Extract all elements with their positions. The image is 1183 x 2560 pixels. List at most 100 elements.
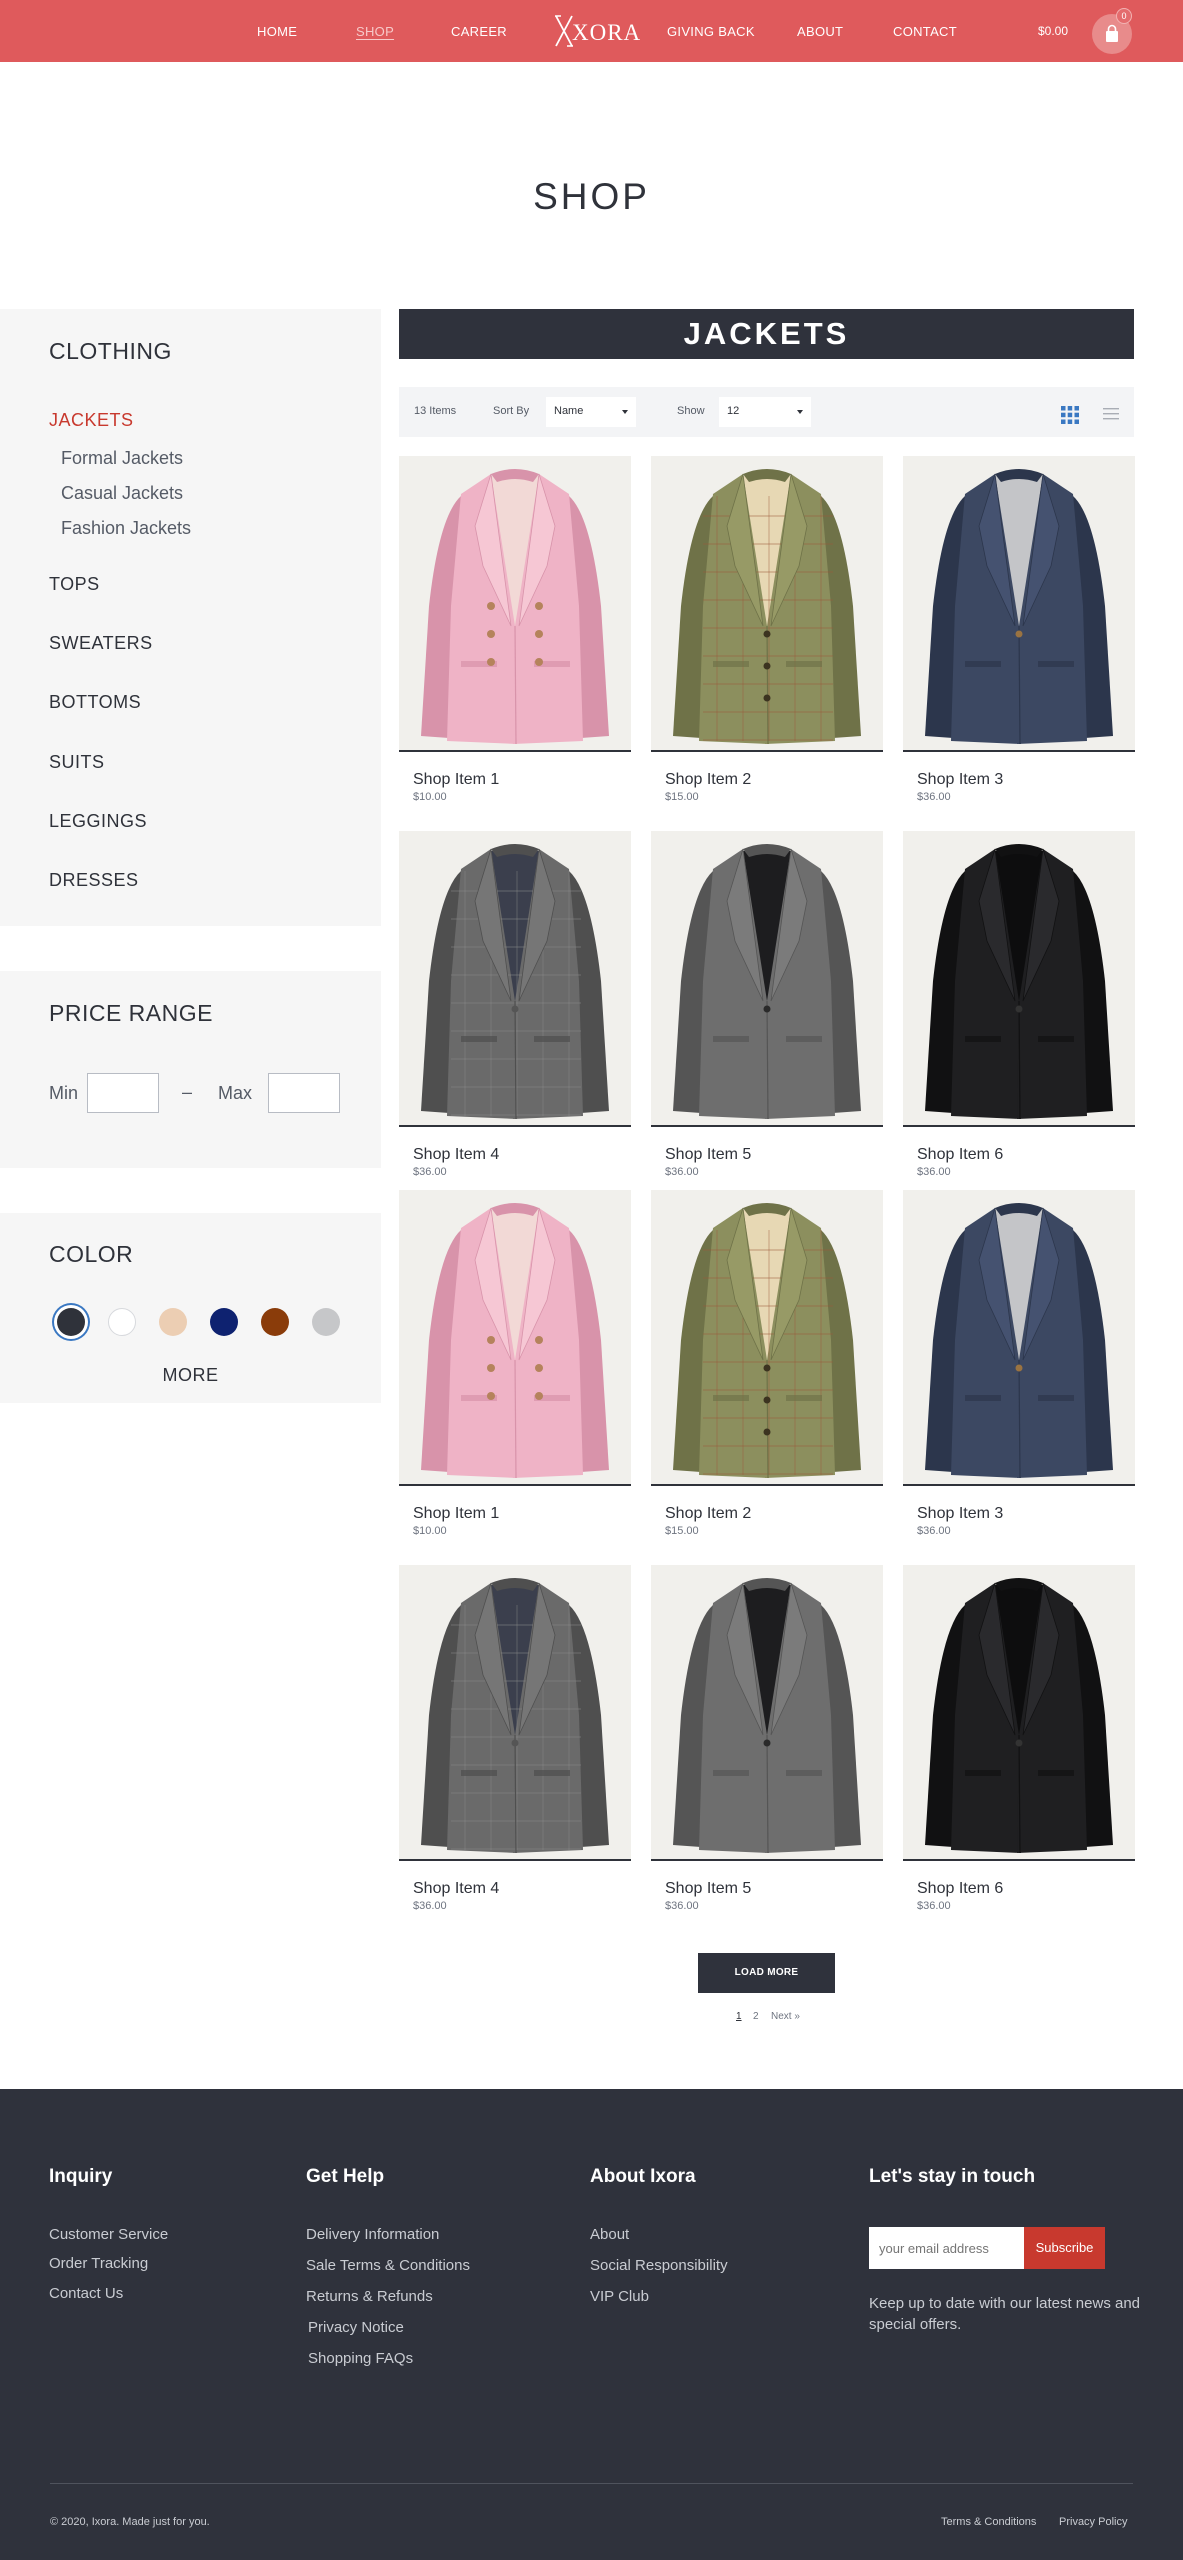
- product-name[interactable]: Shop Item 2: [665, 771, 751, 789]
- category-sweaters[interactable]: SWEATERS: [49, 633, 153, 654]
- product-image[interactable]: [903, 1190, 1135, 1486]
- product-name[interactable]: Shop Item 3: [917, 771, 1003, 789]
- color-swatch[interactable]: [159, 1308, 187, 1336]
- footer-link-order-tracking[interactable]: Order Tracking: [49, 2255, 148, 2272]
- product-name[interactable]: Shop Item 6: [917, 1146, 1003, 1164]
- product-image[interactable]: [399, 1565, 631, 1861]
- cart-total: $0.00: [1038, 24, 1069, 38]
- category-bottoms[interactable]: BOTTOMS: [49, 692, 141, 713]
- subcategory-casual-jackets[interactable]: Casual Jackets: [61, 483, 183, 504]
- subscribe-button[interactable]: Subscribe: [1024, 2227, 1105, 2269]
- category-tops[interactable]: TOPS: [49, 574, 100, 595]
- nav-career[interactable]: CAREER: [451, 24, 507, 39]
- product-image[interactable]: [903, 831, 1135, 1127]
- sort-select[interactable]: Name: [546, 397, 636, 427]
- show-value: 12: [727, 405, 740, 417]
- footer-link-sale-terms[interactable]: Sale Terms & Conditions: [306, 2257, 470, 2274]
- newsletter-email-input[interactable]: [869, 2227, 1024, 2269]
- footer-link-customer-service[interactable]: Customer Service: [49, 2226, 168, 2243]
- product-image[interactable]: [903, 456, 1135, 752]
- next-page-link[interactable]: Next »: [771, 2011, 800, 2022]
- product-image[interactable]: [651, 1190, 883, 1486]
- footer-link-vip-club[interactable]: VIP Club: [590, 2288, 649, 2305]
- color-swatch[interactable]: [108, 1308, 136, 1336]
- product-name[interactable]: Shop Item 4: [413, 1880, 499, 1898]
- terms-conditions-link[interactable]: Terms & Conditions: [941, 2516, 1036, 2528]
- subcategory-formal-jackets[interactable]: Formal Jackets: [61, 448, 183, 469]
- top-navigation-bar: HOME SHOP CAREER XORA GIVING BACK ABOUT …: [0, 0, 1183, 62]
- page-link-1[interactable]: 1: [736, 2011, 742, 2022]
- min-price-input[interactable]: [87, 1073, 159, 1113]
- footer-link-shopping-faqs[interactable]: Shopping FAQs: [308, 2350, 413, 2367]
- product-card[interactable]: Shop Item 3 $36.00: [903, 1190, 1135, 1537]
- color-swatch[interactable]: [261, 1308, 289, 1336]
- jacket-illustration: [421, 1578, 609, 1854]
- nav-home[interactable]: HOME: [257, 24, 297, 39]
- category-leggings[interactable]: LEGGINGS: [49, 811, 147, 832]
- jacket-illustration: [673, 1203, 861, 1479]
- footer-link-contact-us[interactable]: Contact Us: [49, 2285, 123, 2302]
- product-name[interactable]: Shop Item 1: [413, 1505, 499, 1523]
- footer-link-about[interactable]: About: [590, 2226, 629, 2243]
- grid-view-icon[interactable]: [1061, 406, 1079, 424]
- product-image[interactable]: [903, 1565, 1135, 1861]
- product-card[interactable]: Shop Item 1 $10.00: [399, 456, 631, 803]
- more-colors-link[interactable]: MORE: [0, 1365, 381, 1386]
- product-image[interactable]: [651, 1565, 883, 1861]
- product-name[interactable]: Shop Item 5: [665, 1146, 751, 1164]
- ixora-logo[interactable]: XORA: [552, 12, 640, 50]
- page-link-2[interactable]: 2: [753, 2011, 759, 2022]
- product-card[interactable]: Shop Item 4 $36.00: [399, 831, 631, 1178]
- product-image[interactable]: [651, 456, 883, 752]
- subcategory-fashion-jackets[interactable]: Fashion Jackets: [61, 518, 191, 539]
- privacy-policy-link[interactable]: Privacy Policy: [1059, 2516, 1127, 2528]
- product-price: $36.00: [413, 1900, 447, 1912]
- product-image[interactable]: [399, 831, 631, 1127]
- max-price-input[interactable]: [268, 1073, 340, 1113]
- product-name[interactable]: Shop Item 1: [413, 771, 499, 789]
- min-label: Min: [49, 1083, 79, 1103]
- show-select[interactable]: 12: [719, 397, 811, 427]
- nav-giving-back[interactable]: GIVING BACK: [667, 24, 755, 39]
- category-suits[interactable]: SUITS: [49, 752, 105, 773]
- product-image[interactable]: [399, 1190, 631, 1486]
- footer-link-privacy-notice[interactable]: Privacy Notice: [308, 2319, 404, 2336]
- product-card[interactable]: Shop Item 2 $15.00: [651, 1190, 883, 1537]
- jacket-illustration: [673, 1578, 861, 1854]
- product-card[interactable]: Shop Item 6 $36.00: [903, 1565, 1135, 1912]
- jacket-illustration: [925, 469, 1113, 745]
- range-dash: –: [182, 1082, 193, 1102]
- product-card[interactable]: Shop Item 6 $36.00: [903, 831, 1135, 1178]
- product-card[interactable]: Shop Item 5 $36.00: [651, 831, 883, 1178]
- product-card[interactable]: Shop Item 3 $36.00: [903, 456, 1135, 803]
- page-title: SHOP: [533, 176, 650, 217]
- product-card[interactable]: Shop Item 4 $36.00: [399, 1565, 631, 1912]
- product-name[interactable]: Shop Item 5: [665, 1880, 751, 1898]
- nav-contact[interactable]: CONTACT: [893, 24, 957, 39]
- color-swatch[interactable]: [57, 1308, 85, 1336]
- product-card[interactable]: Shop Item 5 $36.00: [651, 1565, 883, 1912]
- category-dresses[interactable]: DRESSES: [49, 870, 139, 891]
- category-jackets[interactable]: JACKETS: [49, 410, 134, 431]
- list-view-icon[interactable]: [1103, 406, 1119, 422]
- footer-link-returns-refunds[interactable]: Returns & Refunds: [306, 2288, 433, 2305]
- product-name[interactable]: Shop Item 3: [917, 1505, 1003, 1523]
- color-swatch[interactable]: [312, 1308, 340, 1336]
- product-price: $10.00: [413, 791, 447, 803]
- product-name[interactable]: Shop Item 2: [665, 1505, 751, 1523]
- product-name[interactable]: Shop Item 6: [917, 1880, 1003, 1898]
- product-card[interactable]: Shop Item 2 $15.00: [651, 456, 883, 803]
- product-image[interactable]: [651, 831, 883, 1127]
- product-name[interactable]: Shop Item 4: [413, 1146, 499, 1164]
- product-card[interactable]: Shop Item 1 $10.00: [399, 1190, 631, 1537]
- product-image[interactable]: [399, 456, 631, 752]
- nav-shop[interactable]: SHOP: [356, 24, 394, 39]
- footer-link-social-responsibility[interactable]: Social Responsibility: [590, 2257, 728, 2274]
- load-more-button[interactable]: LOAD MORE: [698, 1953, 835, 1993]
- jacket-illustration: [673, 844, 861, 1120]
- product-price: $36.00: [917, 1166, 951, 1178]
- color-swatch[interactable]: [210, 1308, 238, 1336]
- nav-about[interactable]: ABOUT: [797, 24, 843, 39]
- footer-link-delivery-information[interactable]: Delivery Information: [306, 2226, 439, 2243]
- copyright-text: © 2020, Ixora. Made just for you.: [50, 2516, 210, 2528]
